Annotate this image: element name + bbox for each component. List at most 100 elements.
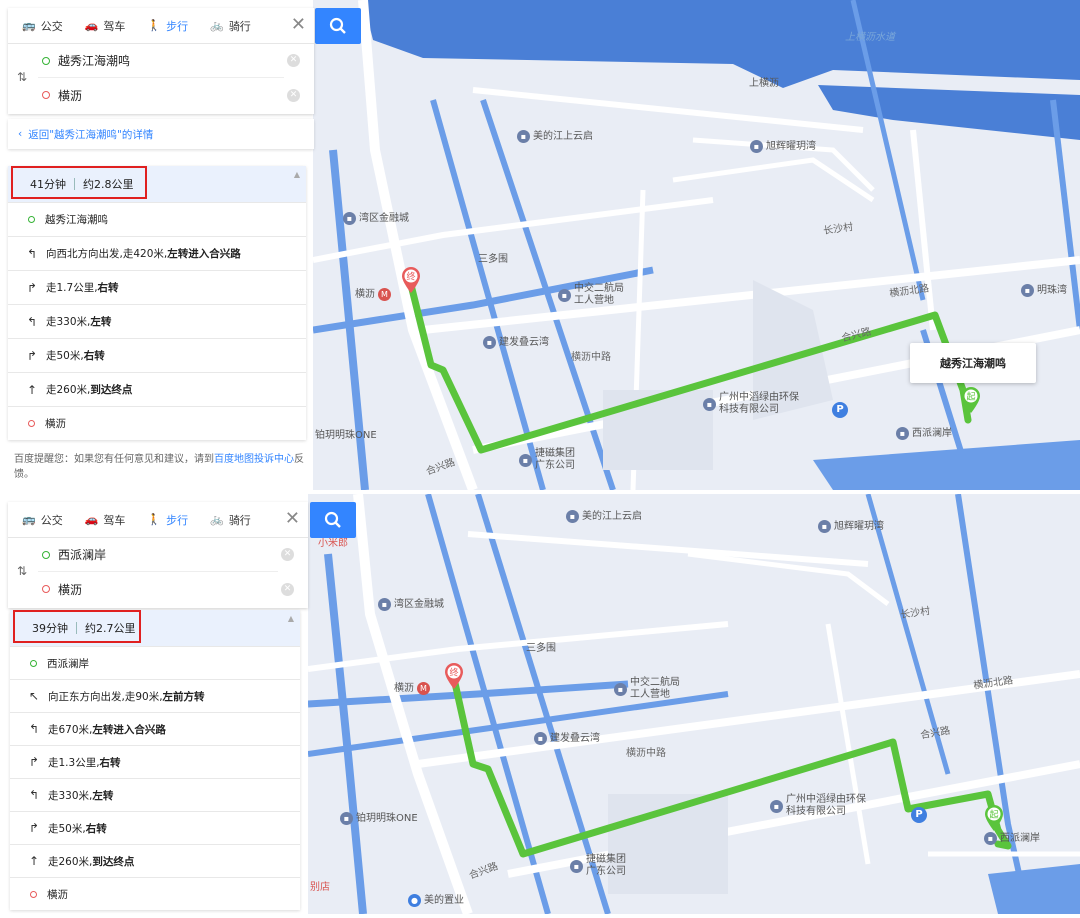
tab-bike[interactable]: 🚲 骑行 [210,502,251,538]
step[interactable]: ↱ 走1.3公里,右转 [10,745,300,778]
tab-drive[interactable]: 🚗 驾车 [85,8,126,44]
svg-text:起: 起 [966,392,975,403]
poi-xuhui[interactable]: ▪ 旭辉曜玥湾 [818,520,884,533]
tab-transit[interactable]: 🚌 公交 [22,8,63,44]
tab-walk[interactable]: 🚶 步行 [147,8,188,44]
map-label-henglizhonglu: 横沥中路 [626,748,666,759]
start-marker-icon[interactable]: 起 [961,386,981,414]
highlight-box [11,166,147,199]
clear-icon[interactable]: ✕ [281,582,294,596]
swap-icon[interactable]: ⇅ [17,564,27,578]
turn-left-icon: ↰ [26,314,38,329]
back-link[interactable]: ‹ 返回"越秀江海潮鸣"的详情 [8,119,314,149]
swap-icon[interactable]: ⇅ [17,70,27,84]
poi-guangzhou[interactable]: ▪ 广州中滔绿由环保科技有限公司 [703,392,803,416]
start-dot-icon [28,216,35,223]
building-icon: ▪ [534,732,547,745]
start-popup[interactable]: 越秀江海潮鸣 [910,343,1036,383]
tab-drive[interactable]: 🚗 驾车 [85,502,126,538]
end-marker-icon[interactable]: 终 [401,266,421,294]
end-dot-icon [42,585,50,593]
parking-icon[interactable]: P [911,807,927,823]
mode-tabs: 🚌 公交 🚗 驾车 🚶 步行 🚲 骑行 ✕ [8,8,314,44]
step[interactable]: ↑ 走260米,到达终点 [8,372,306,406]
poi-jiecheng[interactable]: ▪ 捷磁集团广东公司 [519,448,579,472]
svg-text:起: 起 [989,810,998,821]
end-field[interactable]: 横沥 ✕ [38,572,294,606]
start-field[interactable]: 越秀江海潮鸣 ✕ [38,44,300,78]
map-canvas [308,494,1080,914]
poi-zhongjiao[interactable]: ▪ 中交二航局工人营地 [558,283,630,307]
bear-left-icon: ↖ [28,689,40,703]
map-view[interactable]: ▪ 美的江上云启 ▪ 旭辉曜玥湾 小米郎 ▪ 湾区金融城 长沙村 三多围 横沥 M ▪ 中… [308,494,1080,914]
caret-up-icon[interactable]: ▲ [288,614,294,623]
mode-tabs: 🚌 公交 🚗 驾车 🚶 步行 🚲 骑行 ✕ [8,502,308,538]
route-screenshot-1: 上横沥水道 上横沥 ▪ 美的江上云启 ▪ 旭辉曜玥湾 ▪ 湾区金融城 三多围 长沙村 … [0,0,1080,490]
end-dot-icon [28,420,35,427]
poi-jiecheng[interactable]: ▪ 捷磁集团广东公司 [570,854,630,878]
poi-hengli-station[interactable]: 横沥 M [394,682,430,695]
poi-xipai[interactable]: ▪ 西派澜岸 [896,427,952,440]
start-marker-icon[interactable]: 起 [984,804,1004,832]
poi-jianfa[interactable]: ▪ 建发叠云湾 [483,336,549,349]
parking-icon[interactable]: P [832,402,848,418]
poi-meidi[interactable]: ▪ 美的江上云启 [566,510,642,523]
step-start[interactable]: 西派澜岸 [10,646,300,679]
step[interactable]: ↰ 向西北方向出发,走420米,左转进入合兴路 [8,236,306,270]
end-field[interactable]: 横沥 ✕ [38,78,300,112]
route-steps: 39分钟 约2.7公里 ▲ 西派澜岸 ↖ 向正东方向出发,走90米,左前方转 ↰ 走… [10,610,300,910]
step[interactable]: ↑ 走260米,到达终点 [10,844,300,877]
route-inputs: ⇅ 越秀江海潮鸣 ✕ 横沥 ✕ [8,44,314,114]
clear-icon[interactable]: ✕ [281,548,294,561]
search-button[interactable] [310,502,356,538]
start-field[interactable]: 西派澜岸 ✕ [38,538,294,572]
complaint-link[interactable]: 百度地图投诉中心 [214,454,294,465]
poi-xuhui[interactable]: ▪ 旭辉曜玥湾 [750,140,816,153]
close-icon[interactable]: ✕ [285,510,300,528]
poi-meidi[interactable]: ▪ 美的江上云启 [517,130,593,143]
poi-jianfa[interactable]: ▪ 建发叠云湾 [534,732,600,745]
step-start[interactable]: 越秀江海潮鸣 [8,202,306,236]
search-button[interactable] [315,8,361,44]
step-end[interactable]: 横沥 [8,406,306,440]
map-label-shangheng: 上横沥 [749,78,779,89]
metro-icon: M [378,288,391,301]
map-label-one: 铂玥明珠ONE [315,430,377,441]
step[interactable]: ↰ 走670米,左转进入合兴路 [10,712,300,745]
turn-right-icon: ↱ [28,821,40,835]
clear-icon[interactable]: ✕ [287,88,300,102]
map-label-sanduo: 三多围 [526,643,556,654]
tab-bike[interactable]: 🚲 骑行 [210,8,251,44]
step[interactable]: ↰ 走330米,左转 [8,304,306,338]
poi-one[interactable]: ▪ 铂玥明珠ONE [340,812,418,825]
route-screenshot-2: ▪ 美的江上云启 ▪ 旭辉曜玥湾 小米郎 ▪ 湾区金融城 长沙村 三多围 横沥 M ▪ 中… [0,494,1080,914]
building-icon: ▪ [984,832,997,845]
turn-left-icon: ↰ [28,722,40,736]
bike-icon: 🚲 [210,513,224,526]
feedback-note: 百度提醒您：如果您有任何意见和建议，请到百度地图投诉中心反馈。 [14,454,304,480]
poi-hengli-station[interactable]: 横沥 M [355,288,391,301]
step[interactable]: ↱ 走50米,右转 [8,338,306,372]
route-summary[interactable]: 41分钟 约2.8公里 ▲ [8,166,306,202]
caret-up-icon[interactable]: ▲ [294,170,300,179]
route-summary[interactable]: 39分钟 约2.7公里 ▲ [10,610,300,646]
poi-wanqu[interactable]: ▪ 湾区金融城 [378,598,444,611]
clear-icon[interactable]: ✕ [287,54,300,67]
poi-meidi2[interactable]: ● 美的置业 [408,894,464,907]
tab-walk[interactable]: 🚶 步行 [147,502,188,538]
step[interactable]: ↱ 走50米,右转 [10,811,300,844]
end-marker-icon[interactable]: 终 [444,662,464,690]
step[interactable]: ↱ 走1.7公里,右转 [8,270,306,304]
poi-wanqu[interactable]: ▪ 湾区金融城 [343,212,409,225]
poi-guangzhou[interactable]: ▪ 广州中滔绿由环保科技有限公司 [770,794,870,818]
chevron-left-icon: ‹ [18,128,23,140]
map-view[interactable]: 上横沥水道 上横沥 ▪ 美的江上云启 ▪ 旭辉曜玥湾 ▪ 湾区金融城 三多围 长沙村 … [313,0,1080,490]
step-end[interactable]: 横沥 [10,877,300,910]
tab-transit[interactable]: 🚌 公交 [22,502,63,538]
step[interactable]: ↖ 向正东方向出发,走90米,左前方转 [10,679,300,712]
close-icon[interactable]: ✕ [291,16,306,34]
poi-zhongjiao[interactable]: ▪ 中交二航局工人营地 [614,677,686,701]
step[interactable]: ↰ 走330米,左转 [10,778,300,811]
poi-minglu[interactable]: ▪ 明珠湾 [1021,284,1067,297]
poi-xipai[interactable]: ▪ 西派澜岸 [984,832,1040,845]
